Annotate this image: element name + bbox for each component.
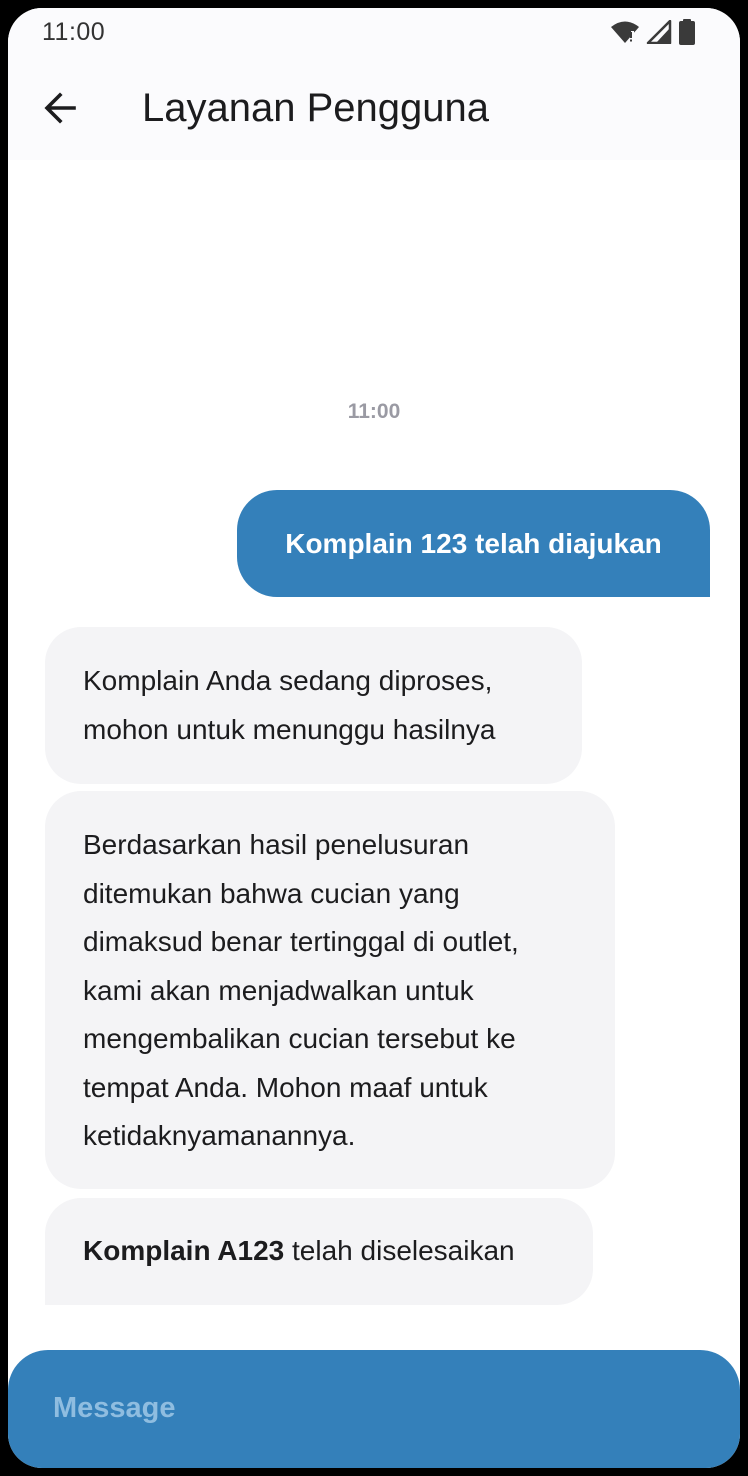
message-line: ketidaknyamanannya. xyxy=(83,1120,356,1151)
message-input[interactable] xyxy=(32,1378,672,1438)
app-bar: Layanan Pengguna xyxy=(8,60,740,160)
battery-icon xyxy=(678,18,696,50)
signal-icon xyxy=(646,19,672,49)
wifi-icon xyxy=(610,20,640,49)
incoming-message-bubble: Berdasarkan hasil penelusuran ditemukan … xyxy=(45,791,615,1189)
message-composer xyxy=(8,1350,740,1468)
arrow-left-icon xyxy=(43,91,77,130)
message-line: Komplain A123 telah diselesaikan xyxy=(83,1227,515,1276)
outgoing-message-text: Komplain 123 telah diajukan xyxy=(285,527,662,559)
status-bar: 11:00 xyxy=(8,8,740,60)
message-line: dimaksud benar tertinggal di outlet, xyxy=(83,926,519,957)
message-line: Komplain Anda sedang diproses, xyxy=(83,665,493,696)
status-time: 11:00 xyxy=(42,18,106,46)
message-line: ditemukan bahwa cucian yang xyxy=(83,877,460,909)
incoming-message-bubble: Komplain A123 telah diselesaikan xyxy=(45,1198,593,1305)
message-line: Berdasarkan hasil penelusuran xyxy=(83,829,470,860)
back-button[interactable] xyxy=(32,82,88,138)
status-icons xyxy=(610,18,696,50)
message-text: telah diselesaikan xyxy=(284,1235,515,1267)
phone-screen: 11:00 Layanan Pengguna 11:00 Komplain 12… xyxy=(8,8,740,1468)
complaint-id: Komplain A123 xyxy=(83,1235,285,1267)
message-line: mengembalikan cucian tersebut ke xyxy=(83,1023,516,1054)
incoming-message-bubble: Komplain Anda sedang diproses, mohon unt… xyxy=(45,627,582,784)
chat-timestamp: 11:00 xyxy=(347,400,401,423)
message-line: tempat Anda. Mohon maaf untuk xyxy=(83,1071,488,1103)
outgoing-message-bubble: Komplain 123 telah diajukan xyxy=(237,490,710,597)
message-line: kami akan menjadwalkan untuk xyxy=(83,974,474,1006)
page-title: Layanan Pengguna xyxy=(142,86,489,130)
message-line: mohon untuk menunggu hasilnya xyxy=(83,713,496,745)
